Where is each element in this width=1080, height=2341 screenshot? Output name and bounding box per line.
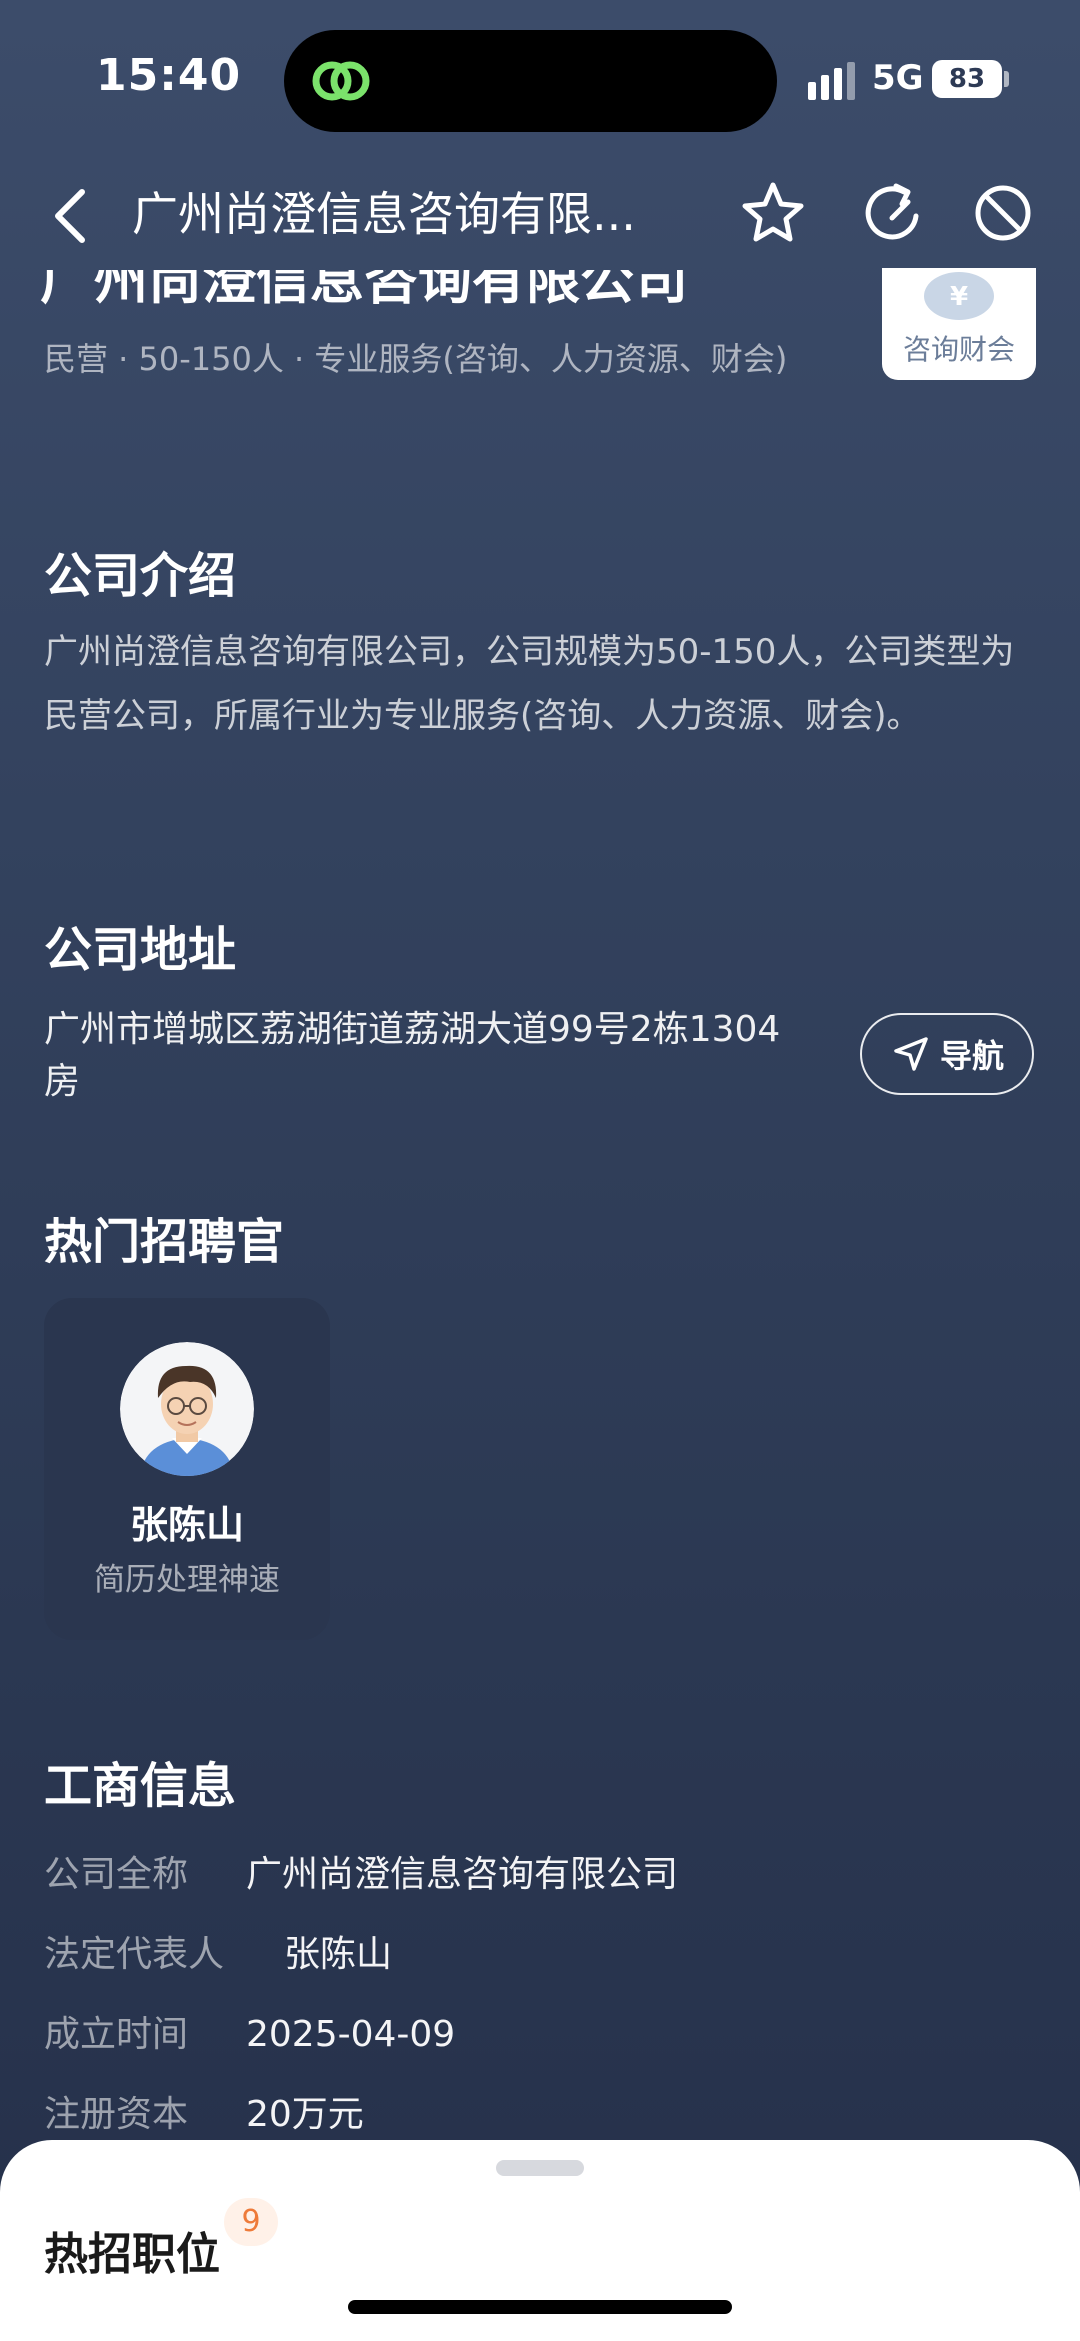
sheet-drag-handle[interactable] [496, 2160, 584, 2176]
biz-label: 成立时间 [44, 2014, 189, 2055]
biz-value: 张陈山 [284, 1934, 393, 1975]
navigation-bar: 广州尚澄信息咨询有限... [0, 160, 1080, 270]
battery-indicator: 83 [932, 60, 1002, 98]
recruiter-card[interactable]: 张陈山 简历处理神速 [44, 1298, 330, 1640]
recruiter-name: 张陈山 [129, 1503, 244, 1547]
signal-icon [808, 62, 855, 100]
home-indicator[interactable] [348, 2300, 732, 2314]
block-icon[interactable] [968, 178, 1038, 248]
hot-jobs-count-badge: 9 [224, 2198, 278, 2246]
coin-icon: ¥ [924, 272, 994, 320]
status-time: 15:40 [96, 50, 242, 101]
star-icon[interactable] [738, 178, 808, 248]
business-info-title: 工商信息 [44, 1758, 237, 1814]
biz-value: 2025-04-09 [246, 2014, 456, 2055]
share-icon[interactable] [858, 178, 928, 248]
industry-badge-label: 咨询财会 [902, 333, 1015, 366]
battery-tip [1004, 71, 1009, 87]
dynamic-island [284, 30, 777, 132]
company-meta: 民营 · 50-150人 · 专业服务(咨询、人力资源、财会) [44, 340, 788, 378]
intro-title: 公司介绍 [44, 548, 237, 604]
avatar [120, 1342, 254, 1476]
back-arrow-icon[interactable] [44, 184, 100, 248]
address-text: 广州市增城区荔湖街道荔湖大道99号2栋1304房 [44, 1009, 781, 1102]
svg-text:¥: ¥ [950, 282, 968, 312]
navigation-arrow-icon [894, 1037, 928, 1071]
biz-label: 公司全称 [44, 1854, 189, 1895]
hot-jobs-title: 热招职位 [44, 2229, 220, 2280]
navigate-button[interactable]: 导航 [860, 1013, 1034, 1095]
nav-title: 广州尚澄信息咨询有限... [132, 187, 636, 241]
intro-text: 广州尚澄信息咨询有限公司，公司规模为50-150人，公司类型为民营公司，所属行业… [44, 632, 1015, 736]
biz-label: 注册资本 [44, 2094, 189, 2135]
navigate-label: 导航 [940, 1037, 1005, 1075]
biz-value: 广州尚澄信息咨询有限公司 [246, 1854, 679, 1895]
address-title: 公司地址 [44, 922, 237, 978]
status-bar: 15:40 5G 83 [0, 0, 1080, 160]
industry-badge: ¥ 咨询财会 [882, 268, 1036, 380]
link-icon [312, 61, 370, 101]
biz-value: 20万元 [246, 2094, 364, 2135]
recruiter-tag: 简历处理神速 [94, 1562, 280, 1598]
recruiters-title: 热门招聘官 [44, 1214, 285, 1270]
network-type: 5G [872, 58, 924, 98]
biz-label: 法定代表人 [44, 1934, 225, 1975]
